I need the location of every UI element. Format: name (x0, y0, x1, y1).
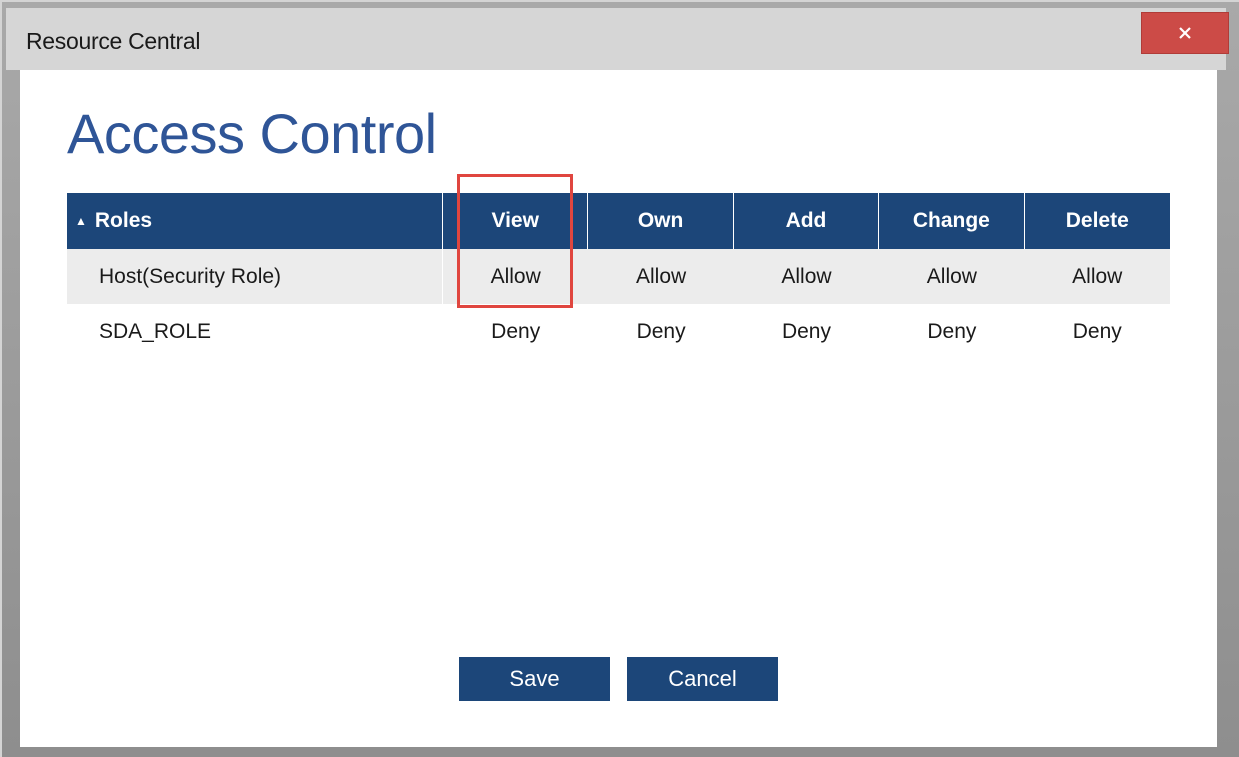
column-header-roles[interactable]: ▲ Roles (67, 193, 443, 249)
cancel-button[interactable]: Cancel (627, 657, 778, 701)
dialog-window: Resource Central Access Control ▲ Roles … (0, 0, 1239, 757)
table-row[interactable]: Host(Security Role) Allow Allow Allow Al… (67, 249, 1170, 304)
permission-cell-view[interactable]: Allow (443, 249, 588, 304)
role-name-cell: SDA_ROLE (99, 319, 212, 343)
column-header-add[interactable]: Add (734, 193, 880, 249)
title-bar[interactable]: Resource Central (6, 8, 1229, 70)
access-control-grid: ▲ Roles View Own Add Change Delete Host(… (67, 193, 1170, 359)
sort-ascending-icon: ▲ (75, 214, 87, 228)
save-button[interactable]: Save (459, 657, 610, 701)
table-row[interactable]: SDA_ROLE Deny Deny Deny Deny Deny (67, 304, 1170, 359)
permission-cell-change[interactable]: Deny (879, 304, 1024, 359)
column-header-change[interactable]: Change (879, 193, 1025, 249)
permission-cell-delete[interactable]: Deny (1025, 304, 1170, 359)
column-header-delete[interactable]: Delete (1025, 193, 1170, 249)
permission-cell-add[interactable]: Allow (734, 249, 879, 304)
permission-cell-change[interactable]: Allow (879, 249, 1024, 304)
close-button[interactable] (1141, 12, 1229, 54)
role-name-cell: Host(Security Role) (67, 249, 443, 304)
grid-header-row: ▲ Roles View Own Add Change Delete (67, 193, 1170, 249)
window-title: Resource Central (26, 28, 201, 54)
permission-cell-view[interactable]: Deny (443, 304, 588, 359)
column-header-label: Roles (94, 209, 153, 232)
permission-cell-delete[interactable]: Allow (1025, 249, 1170, 304)
permission-cell-add[interactable]: Deny (734, 304, 879, 359)
column-header-own[interactable]: Own (588, 193, 734, 249)
permission-cell-own[interactable]: Allow (588, 249, 733, 304)
permission-cell-own[interactable]: Deny (588, 304, 733, 359)
column-header-view[interactable]: View (443, 193, 589, 249)
dialog-content: Access Control ▲ Roles View Own Add Chan… (20, 70, 1217, 747)
close-icon (1179, 27, 1191, 39)
page-title: Access Control (67, 102, 437, 165)
